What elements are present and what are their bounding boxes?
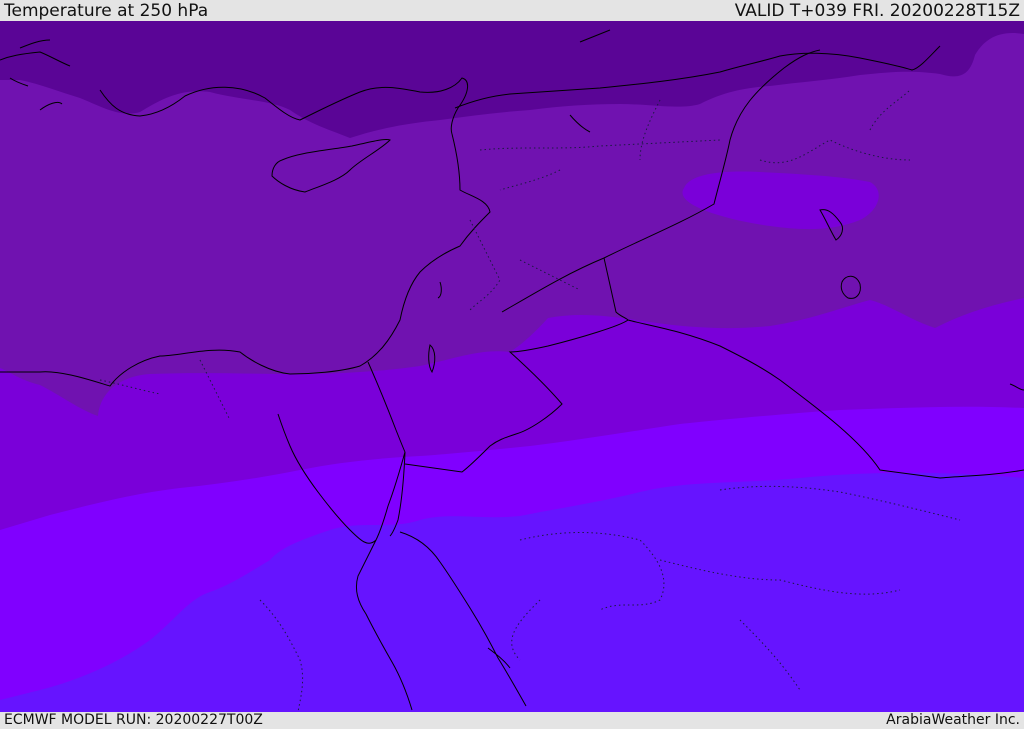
- valid-time-label: VALID T+039 FRI. 20200228T15Z: [734, 1, 1020, 21]
- model-run-label: ECMWF MODEL RUN: 20200227T00Z: [4, 712, 263, 728]
- map-header: Temperature at 250 hPa VALID T+039 FRI. …: [0, 0, 1024, 21]
- credit-label: ArabiaWeather Inc.: [886, 712, 1020, 728]
- temperature-map[interactable]: [0, 21, 1024, 712]
- map-title: Temperature at 250 hPa: [4, 1, 209, 21]
- map-footer: ECMWF MODEL RUN: 20200227T00Z ArabiaWeat…: [0, 712, 1024, 729]
